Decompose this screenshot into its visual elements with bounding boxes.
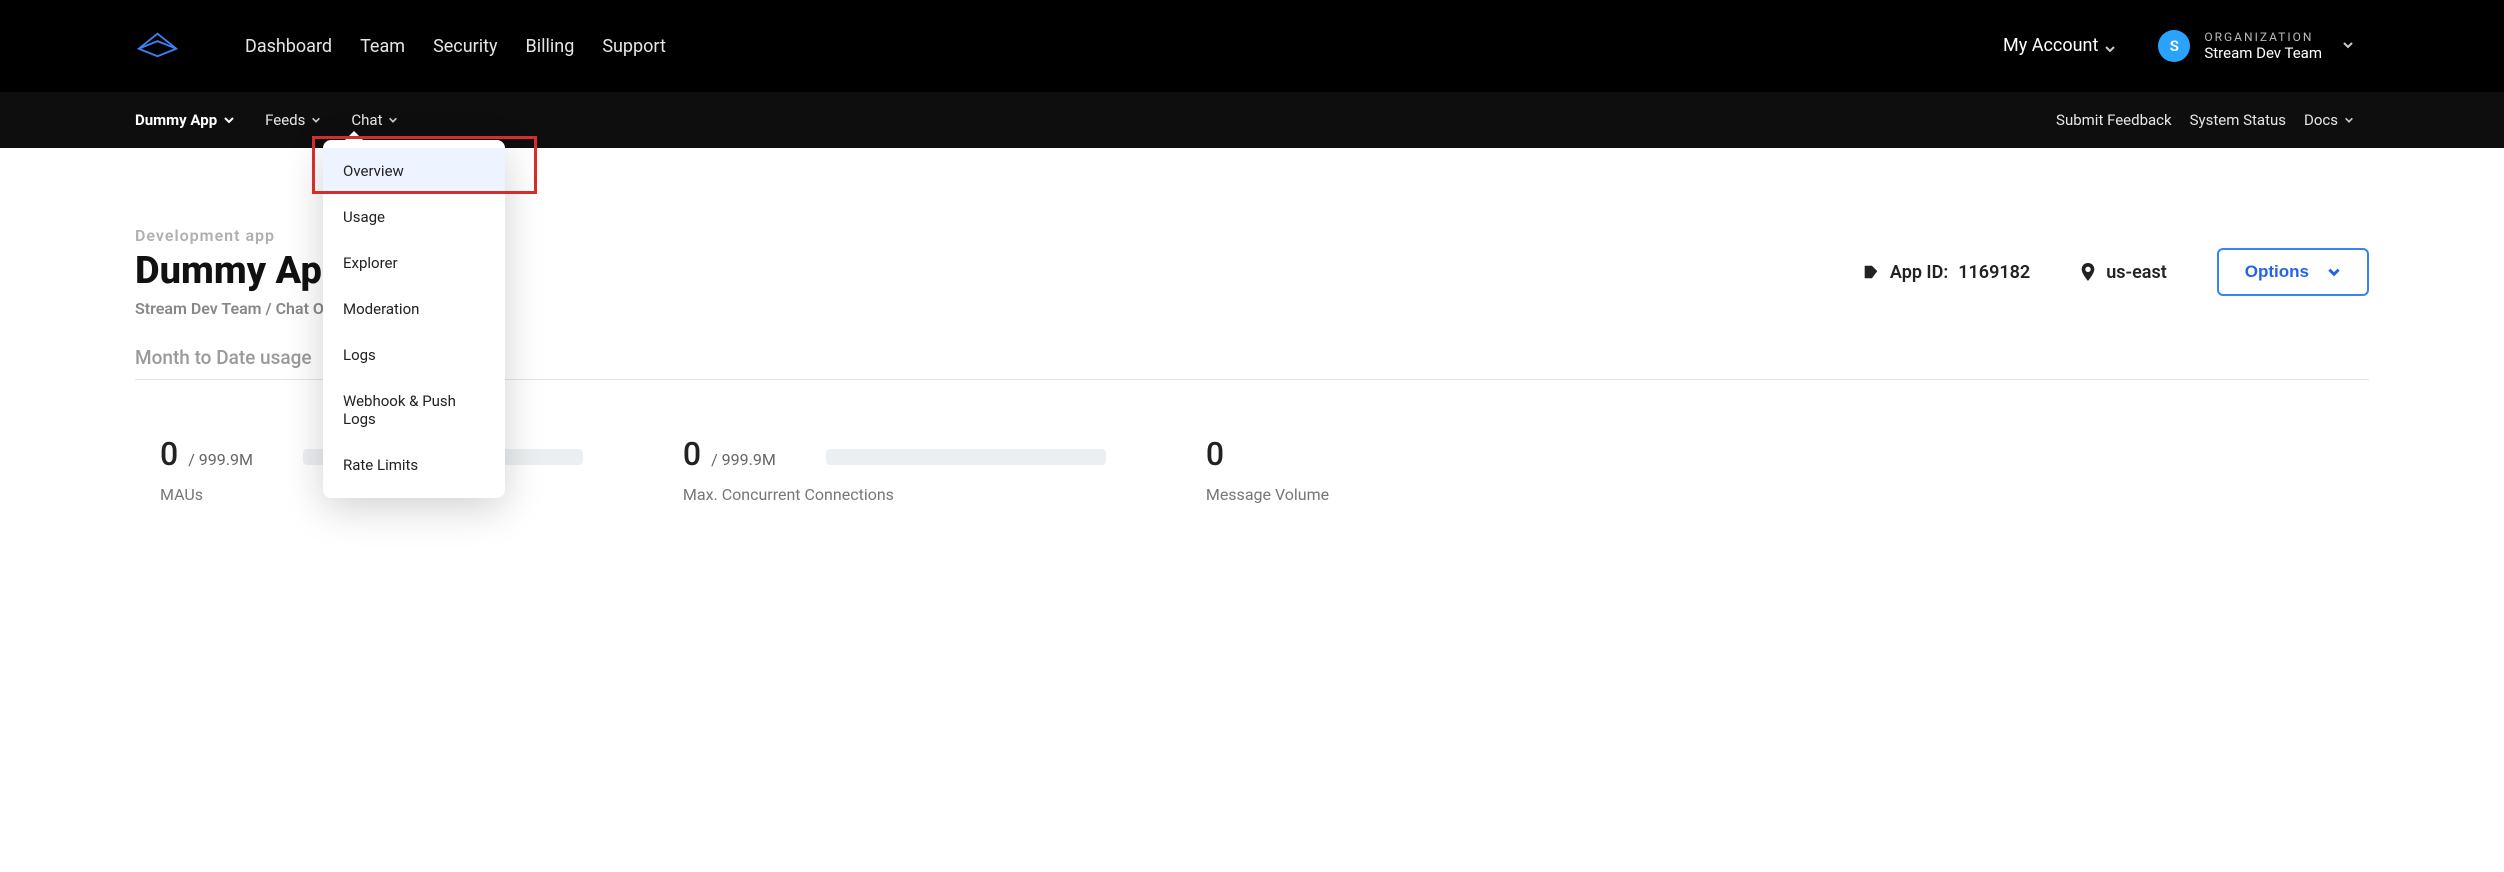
dropdown-item-overview[interactable]: Overview <box>323 148 505 194</box>
chat-dropdown[interactable]: Chat <box>351 111 398 129</box>
metric-messages: 0 Message Volume <box>1206 435 1329 504</box>
chat-dropdown-menu: Overview Usage Explorer Moderation Logs … <box>323 140 505 498</box>
messages-value: 0 <box>1206 435 1224 473</box>
connections-label: Max. Concurrent Connections <box>683 485 1106 504</box>
sub-nav: Dummy App Feeds Chat Submit Feedback Sys… <box>0 92 2504 148</box>
sub-nav-right: Submit Feedback System Status Docs <box>2056 111 2354 129</box>
maus-max: / 999.9M <box>188 450 253 469</box>
region-info: us-east <box>2080 262 2167 283</box>
docs-label: Docs <box>2304 111 2338 129</box>
title-right: App ID: 1169182 us-east Options <box>1862 248 2369 296</box>
org-name: Stream Dev Team <box>2204 44 2322 62</box>
app-id: App ID: 1169182 <box>1862 262 2030 283</box>
logo[interactable] <box>135 29 180 63</box>
top-right: My Account S ORGANIZATION Stream Dev Tea… <box>2003 30 2354 62</box>
nav-dashboard[interactable]: Dashboard <box>245 36 332 57</box>
options-button[interactable]: Options <box>2217 248 2369 296</box>
org-text: ORGANIZATION Stream Dev Team <box>2204 30 2322 62</box>
dropdown-item-explorer[interactable]: Explorer <box>323 240 505 286</box>
dropdown-item-usage[interactable]: Usage <box>323 194 505 240</box>
chevron-down-icon <box>223 114 235 126</box>
chevron-down-icon <box>2344 115 2354 125</box>
my-account-label: My Account <box>2003 35 2098 56</box>
my-account-dropdown[interactable]: My Account <box>2003 35 2118 56</box>
dropdown-item-rate-limits[interactable]: Rate Limits <box>323 442 505 488</box>
feeds-dropdown[interactable]: Feeds <box>265 111 321 129</box>
nav-security[interactable]: Security <box>433 36 497 57</box>
pin-icon <box>2080 263 2096 281</box>
avatar-letter: S <box>2170 37 2179 55</box>
system-status-link[interactable]: System Status <box>2190 111 2286 129</box>
tag-icon <box>1862 263 1880 281</box>
chevron-down-icon <box>311 115 321 125</box>
primary-nav: Dashboard Team Security Billing Support <box>245 36 666 57</box>
connections-bar <box>826 449 1106 465</box>
chat-label: Chat <box>351 111 382 129</box>
feeds-label: Feeds <box>265 111 305 129</box>
top-header: Dashboard Team Security Billing Support … <box>0 0 2504 92</box>
chevron-down-icon <box>2342 36 2354 55</box>
options-label: Options <box>2245 262 2309 282</box>
docs-dropdown[interactable]: Docs <box>2304 111 2354 129</box>
org-switcher[interactable]: S ORGANIZATION Stream Dev Team <box>2158 30 2354 62</box>
app-switcher-label: Dummy App <box>135 111 217 129</box>
app-switcher[interactable]: Dummy App <box>135 111 235 129</box>
dropdown-item-moderation[interactable]: Moderation <box>323 286 505 332</box>
nav-support[interactable]: Support <box>602 36 666 57</box>
connections-max: / 999.9M <box>711 450 776 469</box>
dropdown-item-webhook-push-logs[interactable]: Webhook & Push Logs <box>323 378 505 442</box>
chevron-down-icon <box>388 115 398 125</box>
app-id-label: App ID: <box>1890 262 1948 283</box>
dropdown-item-logs[interactable]: Logs <box>323 332 505 378</box>
connections-value: 0 <box>683 435 701 473</box>
messages-label: Message Volume <box>1206 485 1329 504</box>
app-id-value: 1169182 <box>1958 262 2030 283</box>
avatar: S <box>2158 30 2190 62</box>
nav-team[interactable]: Team <box>360 36 405 57</box>
nav-billing[interactable]: Billing <box>526 36 575 57</box>
metric-connections: 0 / 999.9M Max. Concurrent Connections <box>683 435 1106 504</box>
region-value: us-east <box>2106 262 2167 283</box>
chevron-down-icon <box>2104 39 2118 53</box>
chevron-down-icon <box>2327 265 2341 279</box>
org-label: ORGANIZATION <box>2204 30 2322 44</box>
sub-nav-left: Dummy App Feeds Chat <box>135 111 398 129</box>
maus-value: 0 <box>160 435 178 473</box>
submit-feedback-link[interactable]: Submit Feedback <box>2056 111 2172 129</box>
